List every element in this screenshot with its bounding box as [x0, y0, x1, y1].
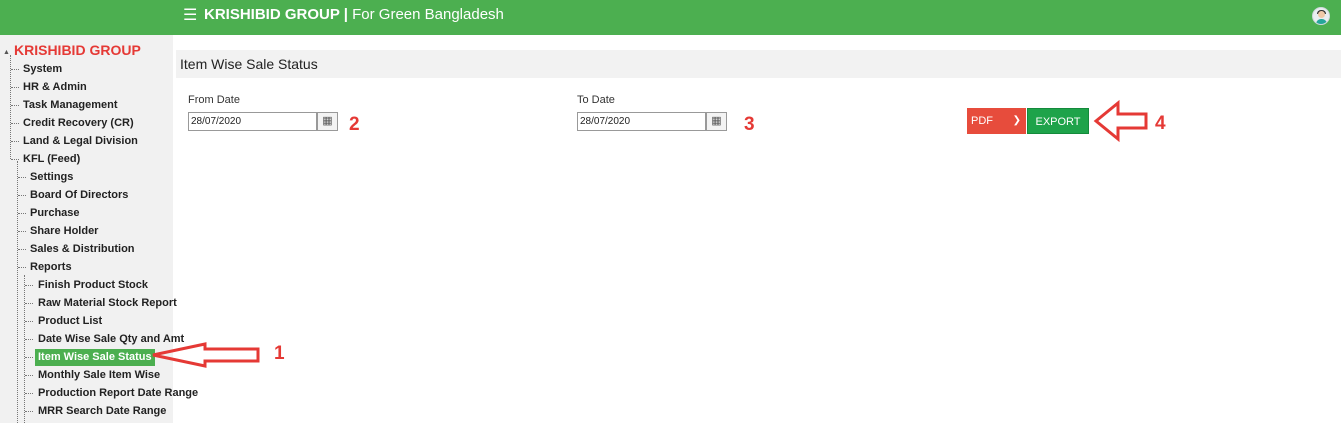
annotation-arrow-4: [1093, 99, 1148, 143]
annotation-arrows: [152, 99, 1148, 368]
annotation-1: 1: [274, 343, 285, 364]
annotation-arrow-1: [152, 342, 260, 368]
annotation-4: 4: [1155, 113, 1166, 134]
